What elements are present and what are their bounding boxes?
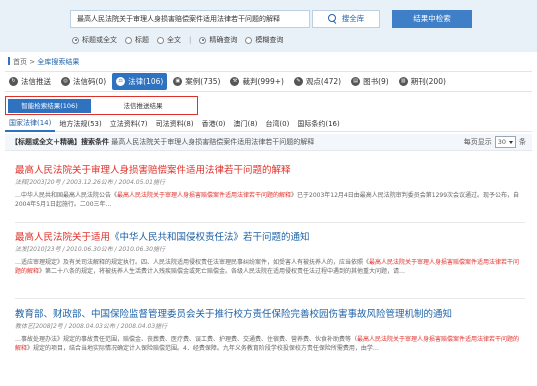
search-all-button[interactable]: 搜全库 — [312, 10, 380, 28]
tab-label: 案例(735) — [185, 77, 221, 86]
breadcrumb-current: 全库搜索结果 — [37, 58, 80, 66]
search-condition-bar: 【标题或全文＋精确】搜索条件 最高人民法院关于审理人身损害赔偿案件适用法律若干问… — [5, 134, 532, 151]
book-icon: ▤ — [351, 77, 361, 86]
radio-title-or-fulltext[interactable]: 标题或全文 — [72, 35, 117, 45]
result-snippet: …适应审理规定》及有关司法解释的规定执行。四、人民法院适用侵权责任法审理民事纠纷… — [15, 258, 525, 276]
tab-label: 裁判(999+) — [242, 77, 284, 86]
tab-label: 法信推送 — [21, 77, 51, 86]
snippet-highlight: 最高人民法院关于审理人身损害赔偿案件适用法律若干问题的解释 — [117, 192, 292, 199]
snippet-text: …事故处理办法》规定的事故责任范围，赔偿金、丧葬费、医疗费、误工费、护理费、交通… — [15, 336, 358, 343]
radio-fulltext[interactable]: 全文 — [157, 35, 181, 45]
result-item: 最高人民法院关于审理人身损害赔偿案件适用法律若干问题的解释 法释[2003]20… — [15, 165, 525, 209]
breadcrumb-separator: > — [29, 58, 36, 66]
push-icon: ↻ — [9, 77, 18, 86]
breadcrumb: 首页 > 全库搜索结果 — [8, 57, 79, 67]
result-snippet: …事故处理办法》规定的事故责任范围，赔偿金、丧葬费、医疗费、误工费、护理费、交通… — [15, 335, 525, 353]
lib-taiwan[interactable]: 台湾(0) — [261, 118, 293, 131]
lib-judicial-materials[interactable]: 司法资料(8) — [152, 118, 198, 131]
opinion-icon: ✎ — [293, 77, 303, 86]
radio-exact[interactable]: 精确查询 — [199, 35, 237, 45]
radio-icon — [199, 36, 207, 44]
breadcrumb-marker — [8, 57, 10, 65]
search-all-label: 搜全库 — [341, 14, 365, 23]
result-title-rest: 教育部、财政部、中国保险监督管理委员会关于推行校方责任保险完善校园伤害事故风险管… — [15, 309, 453, 320]
radio-icon — [245, 36, 253, 44]
search-icon — [327, 14, 336, 22]
result-subtabs: 智能检索结果(106) 法信推送结果 — [5, 96, 198, 115]
result-meta: 教体艺[2008]2号 / 2008.04.03公布 / 2008.04.03施… — [15, 323, 168, 330]
result-divider — [15, 298, 525, 299]
tab-label: 法信码(0) — [73, 77, 107, 86]
tab-label: 期刊(200) — [410, 77, 446, 86]
tab-push[interactable]: ↻ 法信推送 — [5, 72, 55, 91]
result-item: 最高人民法院关于适用《中华人民共和国侵权责任法》若干问题的通知 法发[2010]… — [15, 232, 525, 276]
tab-opinions[interactable]: ✎ 观点(472) — [290, 72, 345, 91]
result-divider — [15, 222, 525, 223]
result-title[interactable]: 最高人民法院关于审理人身损害赔偿案件适用法律若干问题的解释 — [15, 165, 525, 177]
tab-journals[interactable]: ▥ 期刊(200) — [395, 72, 450, 91]
radio-title[interactable]: 标题 — [125, 35, 149, 45]
lib-macau[interactable]: 澳门(8) — [230, 118, 262, 131]
library-filter: 国家法律(14) 地方法规(53) 立法资料(7) 司法资料(8) 香港(0) … — [5, 117, 532, 132]
tab-cases[interactable]: ▣ 案例(735) — [169, 72, 224, 91]
result-meta: 法释[2003]20号 / 2003.12.26公布 / 2004.05.01施… — [15, 179, 165, 186]
law-icon: ⚖ — [116, 77, 126, 86]
lib-local-regulations[interactable]: 地方法规(53) — [55, 118, 105, 131]
tab-label: 观点(472) — [305, 77, 342, 86]
case-icon: ▣ — [173, 77, 183, 86]
subtab-push-results[interactable]: 法信推送结果 — [93, 99, 193, 113]
radio-label: 标题或全文 — [82, 36, 117, 44]
per-page-value: 30 — [497, 138, 506, 146]
result-title-rest: 《中华人民共和国侵权责任法》若干问题的通知 — [110, 232, 310, 243]
category-tabs: ↻ 法信推送 ◎ 法信码(0) ⚖ 法律(106) ▣ 案例(735) ⚒ 裁判(999+… — [5, 71, 532, 92]
radio-label: 精确查询 — [209, 36, 238, 44]
search-within-results-button[interactable]: 结果中检索 — [392, 10, 472, 28]
result-meta: 法发[2010]23号 / 2010.06.30公布 / 2010.06.30施… — [15, 246, 165, 253]
lib-international-treaties[interactable]: 国际条约(16) — [293, 118, 343, 131]
chevron-down-icon — [509, 140, 513, 144]
snippet-text: …适应审理规定》及有关司法解释的规定执行。四、人民法院适用侵权责任法审理民事纠纷… — [15, 259, 370, 266]
journal-icon: ▥ — [398, 77, 408, 86]
search-input[interactable]: 最高人民法院关于审理人身损害赔偿案件适用法律若干问题的解释 — [70, 10, 310, 28]
result-item: 教育部、财政部、中国保险监督管理委员会关于推行校方责任保险完善校园伤害事故风险管… — [15, 309, 525, 353]
condition-value: 最高人民法院关于审理人身损害赔偿案件适用法律若干问题的解释 — [111, 138, 315, 146]
snippet-text: 》第二十八条的规定，将被抚养人生活费计入残疾赔偿金或死亡赔偿金。各级人民法院在适… — [39, 268, 406, 275]
radio-label: 模糊查询 — [255, 36, 284, 44]
condition-label: 【标题或全文＋精确】搜索条件 — [11, 138, 109, 146]
snippet-text: 》规定的项目，结合当地实际情况确定计入保险赔偿范围。4．经费保障。九年义务教育阶… — [27, 345, 379, 352]
result-title[interactable]: 教育部、财政部、中国保险监督管理委员会关于推行校方责任保险完善校园伤害事故风险管… — [15, 309, 525, 321]
tab-books[interactable]: ▤ 图书(9) — [347, 72, 393, 91]
radio-label: 全文 — [167, 36, 181, 44]
lib-national-law[interactable]: 国家法律(14) — [5, 117, 56, 132]
result-title[interactable]: 最高人民法院关于适用《中华人民共和国侵权责任法》若干问题的通知 — [15, 232, 525, 244]
judgment-icon: ⚒ — [230, 77, 240, 86]
per-page-control: 每页显示 30 条 — [464, 134, 526, 150]
radio-label: 标题 — [135, 36, 149, 44]
per-page-select[interactable]: 30 — [494, 136, 516, 148]
tab-judgments[interactable]: ⚒ 裁判(999+) — [226, 72, 287, 91]
lib-hongkong[interactable]: 香港(0) — [198, 118, 230, 131]
tab-label: 法律(106) — [128, 77, 164, 86]
radio-icon — [125, 36, 132, 44]
snippet-text: …中华人民共和国最高人民法院公告《 — [15, 192, 118, 199]
options-divider: | — [189, 36, 192, 44]
search-header: 最高人民法院关于审理人身损害赔偿案件适用法律若干问题的解释 搜全库 结果中检索 … — [0, 0, 537, 52]
result-snippet: …中华人民共和国最高人民法院公告《最高人民法院关于审理人身损害赔偿案件适用法律若… — [15, 191, 525, 209]
tab-law[interactable]: ⚖ 法律(106) — [112, 73, 168, 90]
result-title-highlight: 最高人民法院关于审理人身损害赔偿案件适用法律若干问题的解释 — [15, 165, 291, 176]
tab-label: 图书(9) — [363, 77, 389, 86]
search-options: 标题或全文 标题 全文 | 精确查询 模糊查询 — [72, 34, 291, 46]
result-title-highlight: 最高人民法院关于适用 — [15, 232, 111, 243]
breadcrumb-home[interactable]: 首页 — [13, 58, 27, 66]
radio-icon — [157, 36, 164, 44]
search-condition: 【标题或全文＋精确】搜索条件 最高人民法院关于审理人身损害赔偿案件适用法律若干问… — [11, 134, 314, 150]
radio-fuzzy[interactable]: 模糊查询 — [245, 35, 283, 45]
radio-icon — [72, 36, 79, 44]
tab-code[interactable]: ◎ 法信码(0) — [57, 72, 110, 91]
per-page-label: 每页显示 — [463, 138, 492, 146]
subtab-smart-results[interactable]: 智能检索结果(106) — [8, 98, 91, 113]
lib-legislative-materials[interactable]: 立法资料(7) — [106, 118, 152, 131]
code-icon: ◎ — [61, 77, 70, 86]
per-page-unit: 条 — [519, 138, 526, 146]
